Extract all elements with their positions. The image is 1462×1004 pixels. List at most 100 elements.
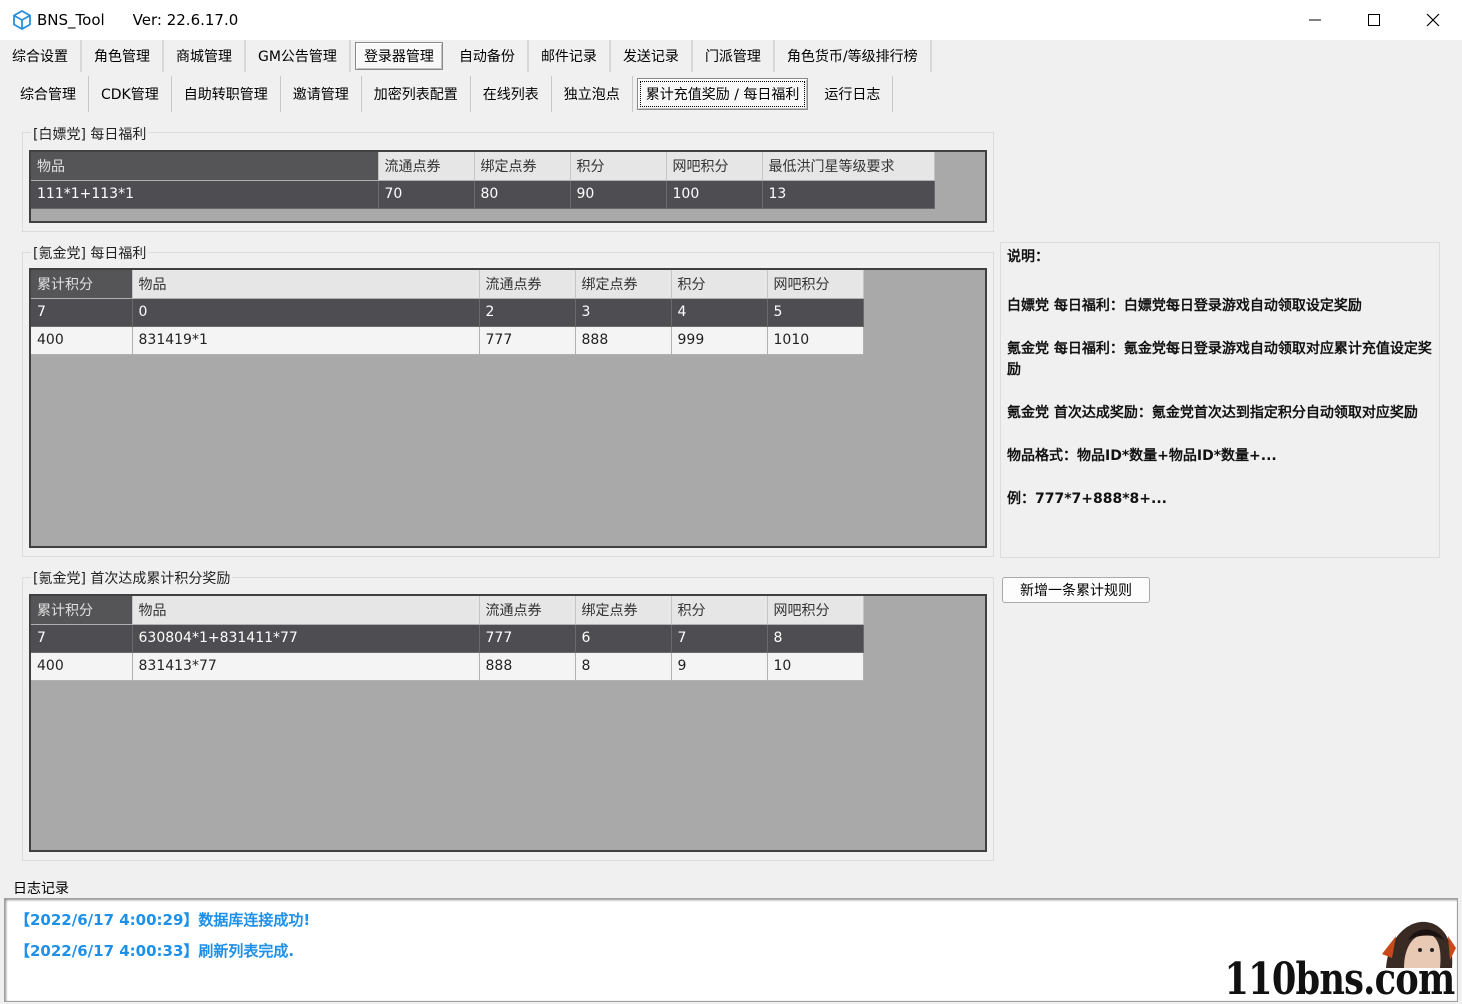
explanation-panel: 说明： 白嫖党 每日福利：白嫖党每日登录游戏自动领取设定奖励 氪金党 每日福利：… bbox=[1000, 242, 1440, 558]
column-header[interactable]: 累计积分 bbox=[31, 596, 133, 625]
app-title: BNS_Tool bbox=[37, 11, 105, 29]
table-cell[interactable]: 831419*1 bbox=[132, 326, 480, 355]
app-cube-icon bbox=[13, 10, 31, 30]
table-cell[interactable]: 111*1+113*1 bbox=[31, 180, 379, 209]
main-tab[interactable]: 自动备份 bbox=[447, 40, 529, 72]
sub-tab[interactable]: 独立泡点 bbox=[552, 76, 633, 112]
watermark-logo: 110bns.com bbox=[1224, 954, 1455, 1004]
maximize-button[interactable] bbox=[1344, 0, 1403, 40]
column-header[interactable]: 流通点券 bbox=[378, 152, 475, 181]
main-tab[interactable]: 门派管理 bbox=[693, 40, 775, 72]
table-cell[interactable]: 6 bbox=[575, 624, 672, 653]
main-tab[interactable]: 角色管理 bbox=[82, 40, 164, 72]
table-cell[interactable]: 400 bbox=[31, 652, 133, 681]
table-cell[interactable]: 7 bbox=[31, 624, 133, 653]
close-icon bbox=[1426, 13, 1439, 27]
sub-tab[interactable]: 自助转职管理 bbox=[172, 76, 281, 112]
table-cell[interactable]: 1010 bbox=[767, 326, 864, 355]
table-cell[interactable]: 2 bbox=[479, 298, 576, 327]
table-cell[interactable]: 999 bbox=[671, 326, 768, 355]
table-cell[interactable]: 7 bbox=[31, 298, 133, 327]
table-row[interactable]: 400 831419*1 777 888 999 1010 bbox=[31, 326, 864, 355]
table-row[interactable]: 400 831413*77 888 8 9 10 bbox=[31, 652, 864, 681]
table-cell[interactable]: 4 bbox=[671, 298, 768, 327]
table-cell[interactable]: 8 bbox=[575, 652, 672, 681]
main-tab[interactable]: GM公告管理 bbox=[246, 40, 351, 72]
column-header[interactable]: 物品 bbox=[132, 270, 480, 299]
main-tab-bar: 综合设置 角色管理 商城管理 GM公告管理 登录器管理 自动备份 邮件记录 发送记录 门派管理角… bbox=[0, 40, 932, 72]
column-header[interactable]: 绑定点券 bbox=[575, 270, 672, 299]
main-tab[interactable]: 发送记录 bbox=[611, 40, 693, 72]
log-line: 【2022/6/17 4:00:33】刷新列表完成. bbox=[15, 942, 295, 960]
paid-first-grid[interactable]: 累计积分 物品 流通点券 绑定点券 积分 网吧积分 7 630804*1+831411*77 7… bbox=[29, 594, 987, 852]
table-cell[interactable]: 630804*1+831411*77 bbox=[132, 624, 480, 653]
explanation-line: 白嫖党 每日福利：白嫖党每日登录游戏自动领取设定奖励 bbox=[1007, 298, 1362, 314]
explanation-line: 物品格式：物品ID*数量+物品ID*数量+... bbox=[1007, 448, 1277, 464]
table-cell[interactable]: 3 bbox=[575, 298, 672, 327]
main-tab[interactable]: 角色货币/等级排行榜 bbox=[775, 40, 932, 72]
free-daily-grid[interactable]: 物品 流通点券 绑定点券 积分 网吧积分 最低洪门星等级要求 111*1+113*1 70 80… bbox=[29, 150, 987, 223]
main-tab[interactable]: 登录器管理 bbox=[354, 42, 443, 70]
sub-tab[interactable]: 累计充值奖励 / 每日福利 bbox=[636, 78, 809, 110]
log-label: 日志记录 bbox=[13, 881, 69, 897]
main-tab[interactable]: 综合设置 bbox=[0, 40, 82, 72]
sub-tab[interactable]: 在线列表 bbox=[471, 76, 552, 112]
table-row[interactable]: 7 630804*1+831411*77 777 6 7 8 bbox=[31, 624, 864, 653]
column-header[interactable]: 网吧积分 bbox=[666, 152, 763, 181]
paid-daily-group-label: [氪金党] 每日福利 bbox=[31, 243, 149, 263]
sub-tab[interactable]: 综合管理 bbox=[8, 76, 89, 112]
table-cell[interactable]: 777 bbox=[479, 624, 576, 653]
app-version: Ver: 22.6.17.0 bbox=[132, 11, 239, 29]
column-header[interactable]: 网吧积分 bbox=[767, 596, 864, 625]
main-tab[interactable]: 商城管理 bbox=[164, 40, 246, 72]
minimize-button[interactable] bbox=[1285, 0, 1344, 40]
column-header[interactable]: 积分 bbox=[671, 596, 768, 625]
sub-tab-bar: 综合管理 CDK管理 自助转职管理 邀请管理 加密列表配置 在线列表 独立泡点 累计充值奖励 … bbox=[0, 76, 894, 112]
paid-daily-grid[interactable]: 累计积分 物品 流通点券 绑定点券 积分 网吧积分 7 0 2 3 4 5 400 831419*1 777… bbox=[29, 268, 987, 548]
sub-tab[interactable]: 运行日志 bbox=[812, 76, 894, 112]
explanation-line: 氪金党 每日福利：氪金党每日登录游戏自动领取对应累计充值设定奖励 bbox=[1007, 341, 1432, 378]
paid-first-group-label: [氪金党] 首次达成累计积分奖励 bbox=[31, 568, 233, 588]
column-header[interactable]: 流通点券 bbox=[479, 596, 576, 625]
log-line: 【2022/6/17 4:00:29】数据库连接成功! bbox=[15, 911, 311, 929]
table-row[interactable]: 111*1+113*1 70 80 90 100 13 bbox=[31, 180, 935, 209]
table-cell[interactable]: 13 bbox=[762, 180, 935, 209]
table-cell[interactable]: 80 bbox=[474, 180, 571, 209]
table-cell[interactable]: 777 bbox=[479, 326, 576, 355]
column-header[interactable]: 网吧积分 bbox=[767, 270, 864, 299]
free-daily-group-label: [白嫖党] 每日福利 bbox=[31, 124, 149, 144]
maximize-icon bbox=[1367, 14, 1380, 26]
table-cell[interactable]: 9 bbox=[671, 652, 768, 681]
column-header[interactable]: 流通点券 bbox=[479, 270, 576, 299]
sub-tab[interactable]: 邀请管理 bbox=[281, 76, 362, 112]
column-header[interactable]: 最低洪门星等级要求 bbox=[762, 152, 935, 181]
table-cell[interactable]: 70 bbox=[378, 180, 475, 209]
column-header[interactable]: 积分 bbox=[570, 152, 667, 181]
column-header[interactable]: 累计积分 bbox=[31, 270, 133, 299]
table-cell[interactable]: 90 bbox=[570, 180, 667, 209]
column-header[interactable]: 绑定点券 bbox=[575, 596, 672, 625]
table-cell[interactable]: 888 bbox=[575, 326, 672, 355]
explanation-line: 氪金党 首次达成奖励：氪金党首次达到指定积分自动领取对应奖励 bbox=[1007, 405, 1418, 421]
table-cell[interactable]: 8 bbox=[767, 624, 864, 653]
title-bar: BNS_Tool Ver: 22.6.17.0 bbox=[0, 0, 1462, 40]
column-header[interactable]: 物品 bbox=[31, 152, 379, 181]
table-cell[interactable]: 0 bbox=[132, 298, 480, 327]
column-header[interactable]: 物品 bbox=[132, 596, 480, 625]
table-row[interactable]: 702345 bbox=[31, 298, 864, 327]
table-cell[interactable]: 10 bbox=[767, 652, 864, 681]
sub-tab[interactable]: 加密列表配置 bbox=[362, 76, 471, 112]
main-tab[interactable]: 邮件记录 bbox=[529, 40, 611, 72]
explanation-title: 说明： bbox=[1007, 249, 1049, 265]
table-cell[interactable]: 400 bbox=[31, 326, 133, 355]
sub-tab[interactable]: CDK管理 bbox=[89, 76, 172, 112]
column-header[interactable]: 积分 bbox=[671, 270, 768, 299]
table-cell[interactable]: 7 bbox=[671, 624, 768, 653]
table-cell[interactable]: 5 bbox=[767, 298, 864, 327]
table-cell[interactable]: 100 bbox=[666, 180, 763, 209]
add-rule-button[interactable]: 新增一条累计规则 bbox=[1002, 577, 1150, 603]
table-cell[interactable]: 888 bbox=[479, 652, 576, 681]
close-button[interactable] bbox=[1403, 0, 1462, 40]
column-header[interactable]: 绑定点券 bbox=[474, 152, 571, 181]
table-cell[interactable]: 831413*77 bbox=[132, 652, 480, 681]
